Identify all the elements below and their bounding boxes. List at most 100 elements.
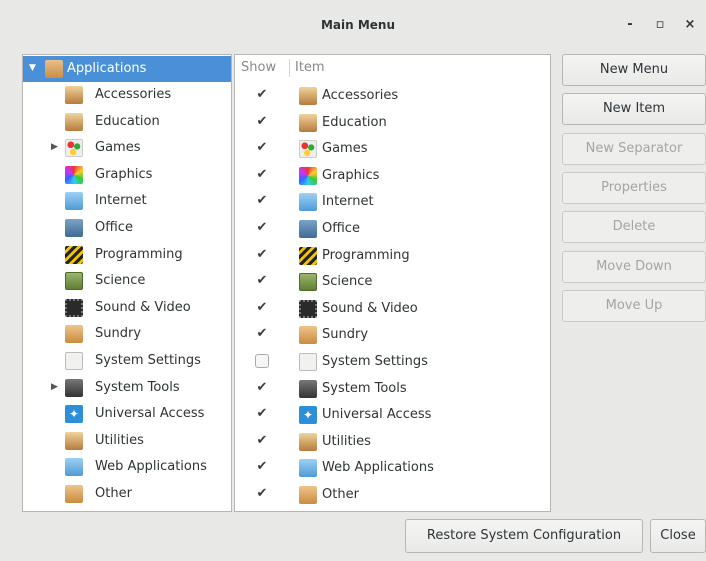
show-checkbox[interactable]: ✔ <box>255 327 269 341</box>
tree-item-system-tools[interactable]: ▶ System Tools <box>23 375 231 401</box>
list-item[interactable]: System Settings <box>235 349 550 375</box>
show-checkbox[interactable]: ✔ <box>255 141 269 155</box>
tree-item-games[interactable]: ▶ Games <box>23 135 231 161</box>
menu-tree[interactable]: ▼ Applications Accessories Education ▶ Game… <box>22 54 232 512</box>
tree-item-label: Applications <box>67 61 147 76</box>
office-icon <box>65 219 83 237</box>
list-item[interactable]: ✔ Other <box>235 482 550 508</box>
tree-item-web-applications[interactable]: Web Applications <box>23 454 231 480</box>
person-glyph-icon: ✦ <box>302 408 314 423</box>
column-header-show[interactable]: Show <box>241 55 276 81</box>
collapsed-arrow-icon[interactable]: ▶ <box>51 142 61 154</box>
tree-item-label: Accessories <box>95 87 172 102</box>
internet-icon <box>65 192 83 211</box>
move-up-button[interactable]: Move Up <box>562 290 706 322</box>
show-checkbox[interactable]: ✔ <box>255 300 269 315</box>
list-item[interactable]: ✔ Internet <box>235 189 550 215</box>
tree-item-label: Web Applications <box>95 459 207 475</box>
minimize-icon[interactable]: - <box>622 17 638 33</box>
list-item-label: Web Applications <box>322 460 434 476</box>
title-bar[interactable]: Main Menu - ▫ × <box>10 0 706 52</box>
properties-button[interactable]: Properties <box>562 172 706 204</box>
programming-icon <box>299 246 317 265</box>
list-item-label: Internet <box>322 194 374 210</box>
list-item[interactable]: ✔ ✦ Universal Access <box>235 402 550 428</box>
show-checkbox[interactable]: ✔ <box>255 380 269 395</box>
sundry-icon <box>65 325 83 344</box>
show-checkbox[interactable]: ✔ <box>255 433 269 448</box>
close-button[interactable]: Close <box>650 519 706 553</box>
tree-item-label: System Tools <box>95 379 180 395</box>
list-item[interactable]: ✔ Web Applications <box>235 455 550 481</box>
utilities-icon <box>299 432 317 451</box>
show-checkbox[interactable]: ✔ <box>255 221 269 235</box>
show-checkbox[interactable]: ✔ <box>255 88 269 102</box>
list-item[interactable]: ✔ Games <box>235 136 550 162</box>
show-checkbox[interactable] <box>255 354 269 368</box>
tree-item-system-settings[interactable]: System Settings <box>23 348 231 374</box>
list-item-label: Sundry <box>322 327 369 343</box>
restore-system-configuration-button[interactable]: Restore System Configuration <box>405 519 643 553</box>
list-item-label: Office <box>322 221 360 236</box>
tree-item-universal-access[interactable]: ✦ Universal Access <box>23 401 231 427</box>
tree-item-education[interactable]: Education <box>23 109 231 135</box>
list-item[interactable]: ✔ Science <box>235 269 550 295</box>
tree-item-programming[interactable]: Programming <box>23 242 231 268</box>
sundry-icon <box>299 326 317 345</box>
close-icon[interactable]: × <box>682 17 698 33</box>
list-item[interactable]: ✔ Programming <box>235 243 550 269</box>
column-header-item[interactable]: Item <box>295 55 325 81</box>
new-separator-button[interactable]: New Separator <box>562 133 706 165</box>
collapsed-arrow-icon[interactable]: ▶ <box>51 382 61 394</box>
tree-item-utilities[interactable]: Utilities <box>23 428 231 454</box>
sound-video-icon <box>65 298 83 317</box>
tree-item-label: Other <box>95 486 132 501</box>
tree-item-sundry[interactable]: Sundry <box>23 321 231 347</box>
tree-item-graphics[interactable]: Graphics <box>23 162 231 188</box>
column-divider <box>289 59 290 77</box>
tree-item-applications[interactable]: ▼ Applications <box>23 56 231 82</box>
tree-item-accessories[interactable]: Accessories <box>23 82 231 108</box>
graphics-icon <box>65 165 83 184</box>
science-icon <box>299 273 317 292</box>
games-icon <box>65 139 83 158</box>
list-item[interactable]: ✔ Education <box>235 110 550 136</box>
move-down-button[interactable]: Move Down <box>562 251 706 283</box>
tree-item-sound-and-video[interactable]: Sound & Video <box>23 295 231 321</box>
show-checkbox[interactable]: ✔ <box>255 167 269 182</box>
tree-item-label: Internet <box>95 193 147 209</box>
list-item[interactable]: ✔ Utilities <box>235 429 550 455</box>
tree-item-internet[interactable]: Internet <box>23 188 231 214</box>
tree-item-office[interactable]: Office <box>23 215 231 241</box>
main-menu-window: Main Menu - ▫ × ▼ Applications Accessori… <box>10 0 706 561</box>
show-checkbox[interactable]: ✔ <box>255 194 269 208</box>
list-item-label: Utilities <box>322 433 371 449</box>
show-checkbox[interactable]: ✔ <box>255 247 269 262</box>
items-list[interactable]: Show Item ✔ Accessories ✔ Education ✔ Games ✔ G… <box>234 54 551 512</box>
expanded-arrow-icon[interactable]: ▼ <box>29 63 39 75</box>
programming-icon <box>65 245 83 264</box>
new-item-button[interactable]: New Item <box>562 93 706 125</box>
list-item[interactable]: ✔ System Tools <box>235 376 550 402</box>
show-checkbox[interactable]: ✔ <box>255 460 269 474</box>
show-checkbox[interactable]: ✔ <box>255 407 269 421</box>
list-item[interactable]: ✔ Graphics <box>235 163 550 189</box>
person-glyph-icon: ✦ <box>68 407 80 422</box>
show-checkbox[interactable]: ✔ <box>255 274 269 288</box>
tree-item-science[interactable]: Science <box>23 268 231 294</box>
delete-button[interactable]: Delete <box>562 211 706 243</box>
list-item[interactable]: ✔ Accessories <box>235 83 550 109</box>
list-item[interactable]: ✔ Sound & Video <box>235 296 550 322</box>
maximize-icon[interactable]: ▫ <box>652 17 668 33</box>
list-item[interactable]: ✔ Office <box>235 216 550 242</box>
list-item[interactable]: ✔ Sundry <box>235 322 550 348</box>
new-menu-button[interactable]: New Menu <box>562 54 706 86</box>
games-icon <box>299 140 317 159</box>
universal-access-icon: ✦ <box>299 406 317 425</box>
tree-item-label: Office <box>95 220 133 235</box>
tree-item-label: Utilities <box>95 432 144 448</box>
tree-item-other[interactable]: Other <box>23 481 231 507</box>
window-title: Main Menu <box>320 18 396 32</box>
show-checkbox[interactable]: ✔ <box>255 487 269 501</box>
show-checkbox[interactable]: ✔ <box>255 114 269 129</box>
